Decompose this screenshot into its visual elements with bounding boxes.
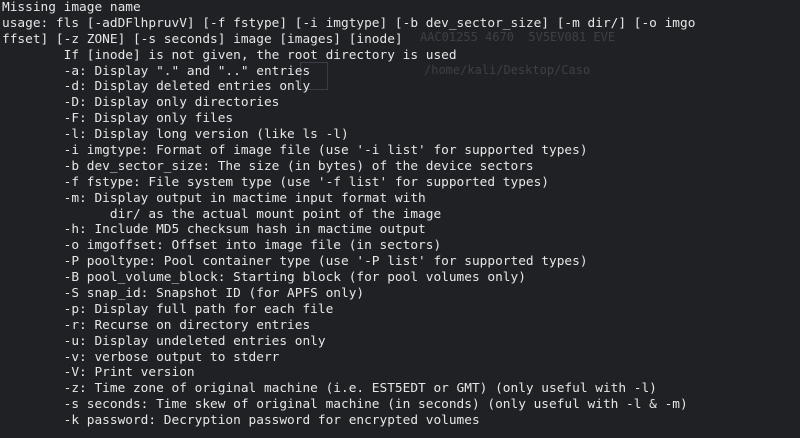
usage-line-continued: ffset] [-z ZONE] [-s seconds] image [ima… — [2, 31, 403, 47]
help-line: -V: Print version — [2, 365, 195, 381]
help-line: -D: Display only directories — [2, 95, 280, 111]
help-line: -m: Display output in mactime input form… — [2, 190, 426, 206]
usage-line: usage: fls [-adDFlhpruvV] [-f fstype] [-… — [2, 15, 696, 31]
help-line: -P pooltype: Pool container type (use '-… — [2, 254, 588, 270]
help-line: -r: Recurse on directory entries — [2, 317, 311, 333]
terminal-output: Missing image name usage: fls [-adDFlhpru… — [2, 0, 695, 429]
help-line: -p: Display full path for each file — [2, 301, 334, 317]
help-line: -a: Display "." and ".." entries — [2, 63, 311, 79]
error-message-line: Missing image name — [2, 0, 141, 15]
help-line: dir/ as the actual mount point of the im… — [2, 206, 442, 222]
help-line: -o imgoffset: Offset into image file (in… — [2, 238, 442, 254]
help-line: -s seconds: Time skew of original machin… — [2, 397, 688, 413]
help-line: -d: Display deleted entries only — [2, 79, 311, 95]
help-line: -S snap_id: Snapshot ID (for APFS only) — [2, 286, 365, 302]
help-line: -v: verbose output to stderr — [2, 349, 280, 365]
help-line: -b dev_sector_size: The size (in bytes) … — [2, 158, 534, 174]
help-line: -B pool_volume_block: Starting block (fo… — [2, 270, 526, 286]
help-line: If [inode] is not given, the root direct… — [2, 47, 457, 63]
help-line: -h: Include MD5 checksum hash in mactime… — [2, 222, 426, 238]
help-line: -z: Time zone of original machine (i.e. … — [2, 381, 657, 397]
help-line: -l: Display long version (like ls -l) — [2, 127, 349, 143]
help-line: -k password: Decryption password for enc… — [2, 413, 480, 429]
help-line: -F: Display only files — [2, 111, 234, 127]
help-line: -f fstype: File system type (use '-f lis… — [2, 174, 550, 190]
help-line: -i imgtype: Format of image file (use '-… — [2, 143, 588, 159]
help-line: -u: Display undeleted entries only — [2, 333, 326, 349]
terminal-window[interactable]: AAC01255 4670 5V5EV081 EVE /home/kali/De… — [0, 0, 800, 438]
